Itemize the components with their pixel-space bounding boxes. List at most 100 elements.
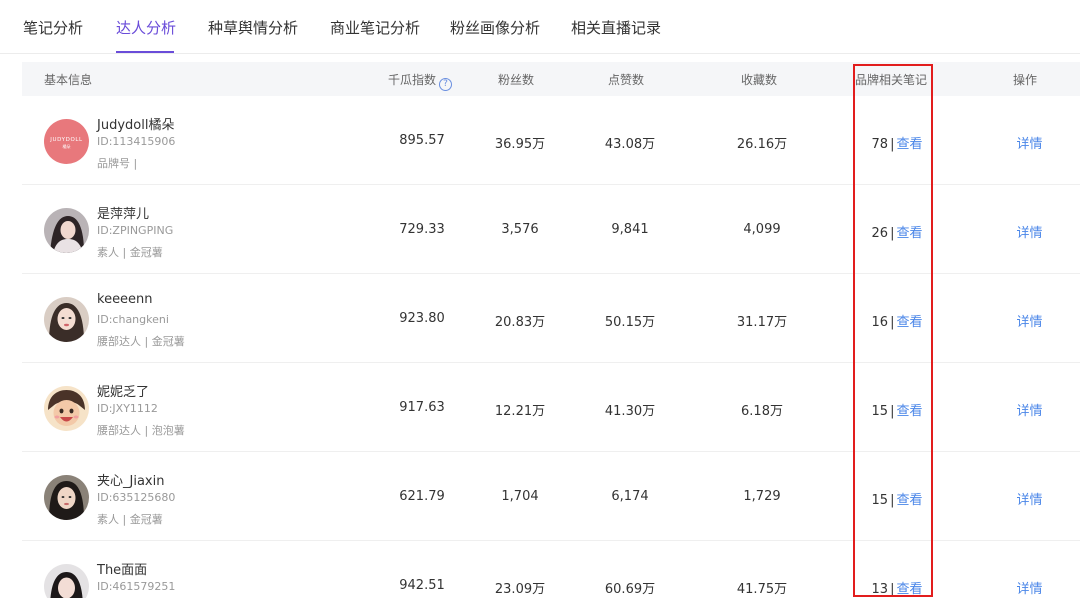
brand-notes-count: 26 — [871, 226, 889, 241]
separator: | — [890, 493, 895, 508]
detail-link[interactable]: 详情 — [982, 222, 1077, 241]
favorites-value: 31.17万 — [736, 315, 788, 330]
index-value: 917.63 — [399, 400, 445, 415]
brand-notes-cell: 78 | 查看 — [842, 133, 952, 152]
tab-notes-analysis[interactable]: 笔记分析 — [23, 17, 83, 38]
fans-value: 1,704 — [501, 489, 539, 504]
fans-value: 12.21万 — [494, 404, 546, 419]
tab-fan-profile-analysis[interactable]: 粉丝画像分析 — [450, 17, 540, 38]
header-index-label: 千瓜指数 — [388, 73, 437, 87]
table-row: The面面 ID:461579251 942.51 23.09万 60.69万 … — [22, 541, 1080, 598]
view-link[interactable]: 查看 — [896, 493, 922, 508]
likes-value: 60.69万 — [604, 582, 656, 597]
favorites-value: 1,729 — [743, 489, 781, 504]
header-favorites[interactable]: 收藏数 — [741, 71, 777, 88]
influencer-name[interactable]: The面面 — [97, 559, 147, 578]
influencer-id: ID:635125680 — [97, 491, 176, 504]
influencer-tags: 腰部达人 | 金冠薯 — [97, 335, 185, 348]
table-row: keeeenn ID:changkeni 腰部达人 | 金冠薯 923.80 2… — [22, 274, 1080, 363]
likes-value: 41.30万 — [604, 404, 656, 419]
brand-notes-count: 13 — [871, 582, 889, 597]
avatar[interactable] — [44, 475, 89, 520]
separator: | — [890, 137, 895, 152]
separator: | — [890, 315, 895, 330]
view-link[interactable]: 查看 — [896, 404, 922, 419]
brand-notes-cell: 16 | 查看 — [842, 311, 952, 330]
table-row: 是萍萍儿 ID:ZPINGPING 素人 | 金冠薯 729.33 3,576 … — [22, 185, 1080, 274]
influencer-name[interactable]: Judydoll橘朵 — [97, 114, 174, 133]
question-circle-icon[interactable]: ? — [439, 78, 453, 91]
separator: | — [890, 404, 895, 419]
detail-link[interactable]: 详情 — [982, 311, 1077, 330]
index-value: 895.57 — [399, 133, 445, 148]
fans-value: 23.09万 — [494, 582, 546, 597]
detail-link[interactable]: 详情 — [982, 133, 1077, 152]
separator: | — [890, 582, 895, 597]
tab-commercial-notes-analysis[interactable]: 商业笔记分析 — [330, 17, 420, 38]
avatar[interactable] — [44, 386, 89, 431]
header-actions: 操作 — [1013, 73, 1038, 87]
avatar[interactable] — [44, 297, 89, 342]
influencer-name[interactable]: 是萍萍儿 — [97, 203, 149, 222]
fans-value: 3,576 — [501, 222, 539, 237]
likes-value: 50.15万 — [604, 315, 656, 330]
tab-influencer-analysis[interactable]: 达人分析 — [116, 17, 176, 38]
view-link[interactable]: 查看 — [896, 582, 922, 597]
favorites-value: 6.18万 — [741, 404, 783, 419]
influencer-tags: 品牌号 | — [97, 157, 138, 170]
brand-notes-count: 78 — [871, 137, 889, 152]
tab-sentiment-analysis[interactable]: 种草舆情分析 — [208, 17, 298, 38]
brand-notes-count: 15 — [871, 404, 889, 419]
view-link[interactable]: 查看 — [896, 315, 922, 330]
table-row: JUDYDOLL 橘朵 Judydoll橘朵 ID:113415906 品牌号 … — [22, 96, 1080, 185]
index-value: 923.80 — [399, 311, 445, 326]
tab-live-records[interactable]: 相关直播记录 — [571, 17, 661, 38]
index-value: 729.33 — [399, 222, 445, 237]
brand-notes-cell: 15 | 查看 — [842, 489, 952, 508]
separator: | — [890, 226, 895, 241]
fans-value: 36.95万 — [494, 137, 546, 152]
influencer-name[interactable]: 妮妮乏了 — [97, 381, 149, 400]
favorites-value: 4,099 — [743, 222, 781, 237]
detail-link[interactable]: 详情 — [982, 489, 1077, 508]
brand-notes-count: 15 — [871, 493, 889, 508]
influencer-tags: 腰部达人 | 泡泡薯 — [97, 424, 185, 437]
table-header: 基本信息 千瓜指数? 粉丝数 点赞数 收藏数 品牌相关笔记 操作 — [22, 62, 1080, 96]
avatar-logo-text: JUDYDOLL — [49, 137, 83, 143]
active-tab-indicator — [116, 51, 174, 53]
influencer-tags: 素人 | 金冠薯 — [97, 246, 163, 259]
favorites-value: 41.75万 — [736, 582, 788, 597]
avatar-logo-subtext: 橘朵 — [63, 143, 71, 149]
influencer-id: ID:461579251 — [97, 580, 176, 593]
influencer-name[interactable]: 夹心_Jiaxin — [97, 470, 164, 489]
index-value: 621.79 — [399, 489, 445, 504]
likes-value: 9,841 — [611, 222, 649, 237]
table-row: 夹心_Jiaxin ID:635125680 素人 | 金冠薯 621.79 1… — [22, 452, 1080, 541]
header-likes[interactable]: 点赞数 — [608, 71, 644, 88]
avatar[interactable] — [44, 564, 89, 598]
header-index: 千瓜指数? — [388, 71, 453, 91]
influencer-id: ID:changkeni — [97, 313, 169, 326]
brand-notes-cell: 26 | 查看 — [842, 222, 952, 241]
detail-link[interactable]: 详情 — [982, 578, 1077, 597]
header-brand-notes: 品牌相关笔记 — [855, 73, 928, 87]
likes-value: 6,174 — [611, 489, 649, 504]
view-link[interactable]: 查看 — [896, 226, 922, 241]
avatar[interactable]: JUDYDOLL 橘朵 — [44, 119, 89, 164]
header-fans[interactable]: 粉丝数 — [498, 71, 534, 88]
brand-notes-count: 16 — [871, 315, 889, 330]
favorites-value: 26.16万 — [736, 137, 788, 152]
avatar[interactable] — [44, 208, 89, 253]
likes-value: 43.08万 — [604, 137, 656, 152]
detail-link[interactable]: 详情 — [982, 400, 1077, 419]
influencer-tags: 素人 | 金冠薯 — [97, 513, 163, 526]
brand-notes-cell: 15 | 查看 — [842, 400, 952, 419]
fans-value: 20.83万 — [494, 315, 546, 330]
view-link[interactable]: 查看 — [896, 137, 922, 152]
influencer-name[interactable]: keeeenn — [97, 292, 153, 307]
influencer-id: ID:ZPINGPING — [97, 224, 174, 237]
index-value: 942.51 — [399, 578, 445, 593]
brand-notes-cell: 13 | 查看 — [842, 578, 952, 597]
influencer-id: ID:113415906 — [97, 135, 176, 148]
header-basic-info: 基本信息 — [44, 73, 93, 87]
